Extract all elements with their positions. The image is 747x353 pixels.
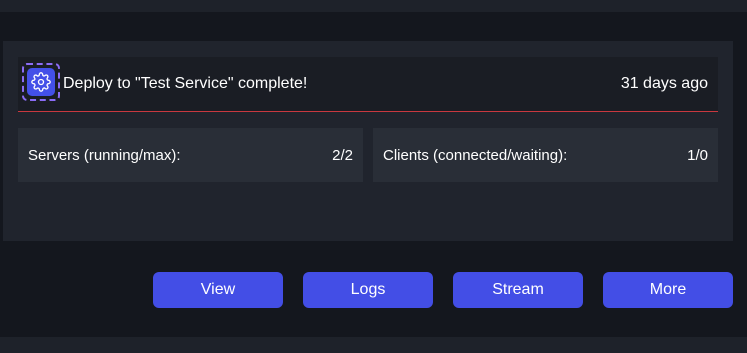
deploy-timestamp: 31 days ago	[620, 75, 708, 92]
clients-label: Clients (connected/waiting):	[383, 146, 568, 164]
notification-header: Deploy to "Test Service" complete! 31 da…	[18, 57, 718, 112]
gear-icon-background	[27, 68, 55, 96]
deploy-message: Deploy to "Test Service" complete!	[63, 75, 308, 92]
clients-value: 1/0	[687, 146, 708, 164]
settings-button[interactable]	[22, 63, 60, 101]
servers-label: Servers (running/max):	[28, 146, 181, 164]
servers-value: 2/2	[332, 146, 353, 164]
more-button[interactable]: More	[603, 272, 733, 308]
view-button[interactable]: View	[153, 272, 283, 308]
servers-stat: Servers (running/max): 2/2	[18, 128, 363, 182]
top-bar	[0, 0, 747, 12]
deploy-card: Deploy to "Test Service" complete! 31 da…	[3, 41, 733, 241]
stream-button[interactable]: Stream	[453, 272, 583, 308]
bottom-bar	[0, 337, 747, 353]
gear-icon	[31, 72, 51, 92]
logs-button[interactable]: Logs	[303, 272, 433, 308]
clients-stat: Clients (connected/waiting): 1/0	[373, 128, 718, 182]
